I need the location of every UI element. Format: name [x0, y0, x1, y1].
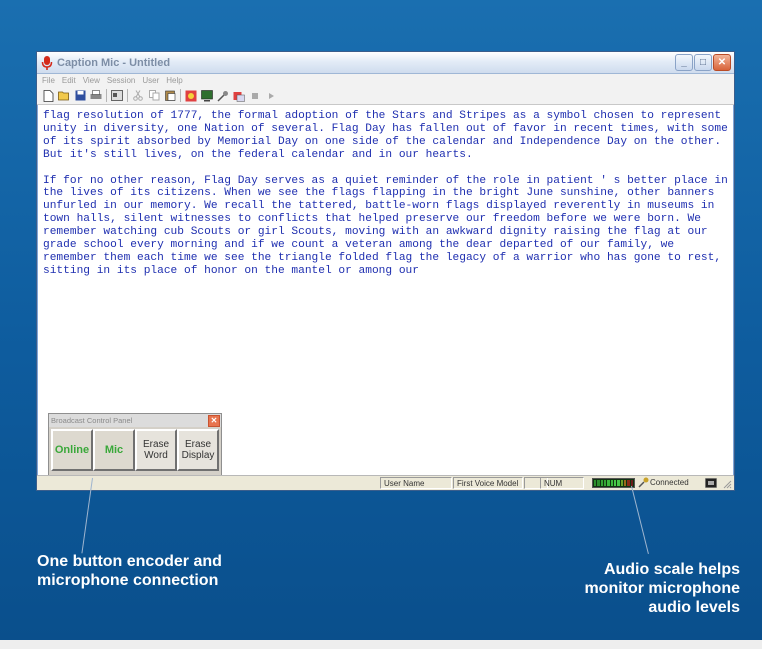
toolbar-separator [106, 89, 107, 102]
close-button[interactable]: ✕ [713, 54, 731, 71]
callout-audio-scale: Audio scale helps monitor microphone aud… [584, 561, 740, 616]
meter-bar [594, 480, 597, 486]
broadcast-panel-close-button[interactable]: ✕ [208, 415, 220, 427]
save-icon[interactable] [74, 90, 86, 102]
page-bottom-strip [0, 640, 762, 649]
meter-bar [610, 480, 613, 486]
menu-file[interactable]: File [42, 76, 55, 85]
status-connection: Connected [650, 478, 689, 487]
status-user-name: User Name [380, 477, 452, 489]
online-button[interactable]: Online [51, 429, 93, 471]
title-bar[interactable]: Caption Mic - Untitled _ □ ✕ [37, 52, 734, 74]
broadcast-panel-title: Broadcast Control Panel [51, 416, 133, 425]
menu-edit[interactable]: Edit [62, 76, 76, 85]
minimize-button[interactable]: _ [675, 54, 693, 71]
erase-word-button[interactable]: Erase Word [135, 429, 177, 471]
cut-icon[interactable] [132, 90, 144, 102]
caption-mic-window: Caption Mic - Untitled _ □ ✕ File Edit V… [36, 51, 735, 491]
resize-grip-icon[interactable] [722, 479, 732, 489]
menu-view[interactable]: View [83, 76, 100, 85]
menu-session[interactable]: Session [107, 76, 135, 85]
meter-bar [603, 480, 607, 486]
broadcast-panel-titlebar[interactable]: Broadcast Control Panel ✕ [49, 414, 221, 427]
print-icon[interactable] [90, 90, 102, 102]
erase-display-button[interactable]: Erase Display [177, 429, 219, 471]
stop-icon[interactable] [249, 90, 261, 102]
caption-document[interactable]: flag resolution of 1777, the formal adop… [40, 107, 731, 438]
monitor-icon[interactable] [705, 478, 717, 488]
meter-bar [600, 480, 603, 486]
paste-icon[interactable] [164, 90, 176, 102]
new-icon[interactable] [42, 89, 54, 102]
meter-bar [620, 480, 623, 486]
broadcast-control-panel: Broadcast Control Panel ✕ Online Mic Era… [48, 413, 222, 478]
meter-bar [617, 480, 620, 486]
menu-help[interactable]: Help [166, 76, 182, 85]
open-icon[interactable] [58, 90, 70, 102]
meter-bar [613, 480, 617, 486]
window-controls: _ □ ✕ [675, 54, 731, 71]
toolbar-separator [127, 89, 128, 102]
meter-bar [623, 480, 627, 486]
caption-icon[interactable] [185, 90, 197, 102]
toolbar-separator [180, 89, 181, 102]
meter-bar [607, 480, 610, 486]
audio-level-meter [592, 478, 635, 488]
copy-icon[interactable] [148, 90, 160, 102]
callout-encoder-mic: One button encoder and microphone connec… [37, 553, 222, 589]
meter-bar [597, 480, 600, 486]
status-bar: User Name First Voice Model NUM Connecte… [37, 475, 734, 490]
window-title: Caption Mic - Untitled [57, 56, 171, 69]
document-paragraph: If for no other reason, Flag Day serves … [43, 174, 735, 277]
display-icon[interactable] [201, 89, 213, 102]
broadcast-panel-buttons: Online Mic Erase Word Erase Display [49, 427, 221, 471]
document-paragraph: flag resolution of 1777, the formal adop… [43, 110, 735, 161]
mic-app-icon [41, 55, 53, 70]
menu-user[interactable]: User [142, 76, 159, 85]
menu-bar: File Edit View Session User Help [37, 74, 734, 87]
toolbar [37, 87, 734, 105]
encoder-icon[interactable] [233, 90, 245, 102]
play-icon[interactable] [265, 90, 277, 102]
properties-icon[interactable] [111, 90, 123, 102]
meter-bar [627, 480, 630, 486]
maximize-button[interactable]: □ [694, 54, 712, 71]
status-voice-model: First Voice Model [453, 477, 523, 489]
mic-button[interactable]: Mic [93, 429, 135, 471]
status-num: NUM [540, 477, 584, 489]
mic-settings-icon[interactable] [217, 90, 229, 102]
